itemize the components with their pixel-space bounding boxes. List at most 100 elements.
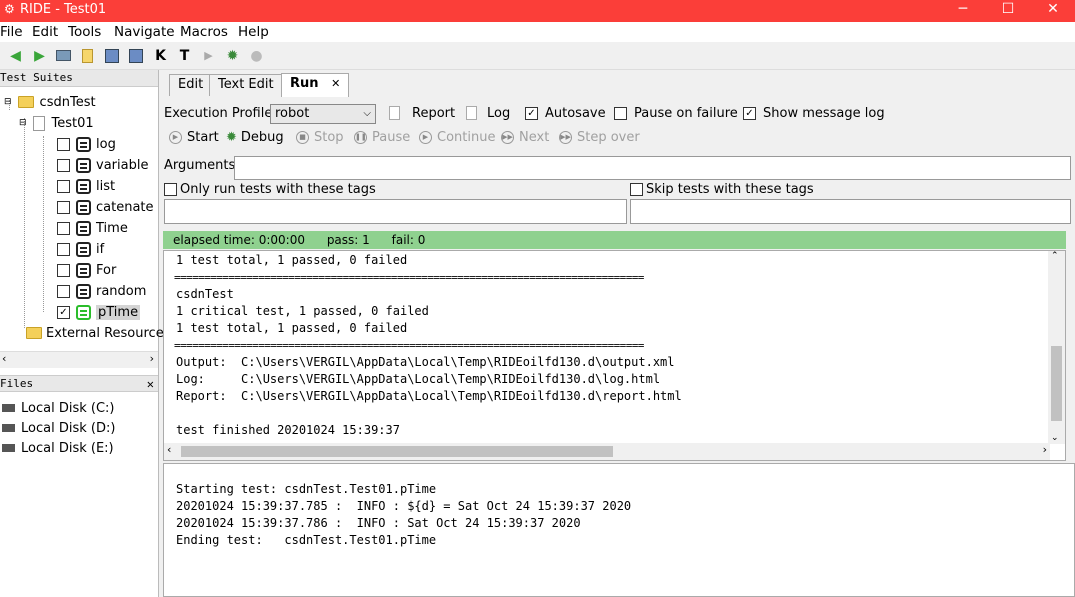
close-tab-icon[interactable]: ✕	[331, 77, 340, 90]
include-tags-input[interactable]	[164, 199, 627, 224]
elapsed-time: elapsed time: 0:00:00	[173, 233, 305, 247]
log-button[interactable]: Log	[487, 106, 510, 121]
search-tests-icon[interactable]: T	[175, 46, 194, 65]
scroll-right-icon[interactable]: ›	[1043, 443, 1047, 456]
menu-help[interactable]: Help	[238, 24, 269, 40]
disk-icon	[2, 424, 15, 432]
scroll-right-icon[interactable]: ›	[150, 352, 154, 365]
step-over-label: Step over	[577, 130, 640, 145]
test-item[interactable]: catenate	[57, 197, 154, 217]
open-folder-icon[interactable]	[54, 46, 73, 65]
menu-macros[interactable]: Macros	[180, 24, 228, 40]
test-item[interactable]: list	[57, 176, 115, 196]
test-case-icon	[76, 304, 91, 320]
start-button[interactable]: ▶ Start	[169, 130, 219, 145]
test-name: if	[96, 241, 105, 257]
output-horizontal-scrollbar[interactable]: ‹ ›	[164, 443, 1050, 460]
window-title: RIDE - Test01	[20, 2, 107, 17]
output-console[interactable]: 1 test total, 1 passed, 0 failed =======…	[163, 250, 1066, 461]
drive-c[interactable]: Local Disk (C:)	[2, 398, 114, 418]
tab-text-edit[interactable]: Text Edit	[209, 74, 283, 96]
scroll-thumb[interactable]	[181, 446, 613, 457]
skip-tags-checkbox[interactable]	[630, 183, 643, 196]
test-checkbox[interactable]	[57, 200, 70, 214]
pause-button[interactable]: ❚❚ Pause	[354, 130, 410, 145]
test-checkbox[interactable]	[57, 263, 70, 277]
report-button[interactable]: Report	[412, 106, 455, 121]
collapse-icon[interactable]: ⊟	[19, 118, 27, 128]
tab-run[interactable]: Run ✕	[281, 73, 350, 97]
test-name: pTime	[96, 304, 141, 320]
collapse-icon[interactable]: ⊟	[4, 97, 12, 107]
tab-edit[interactable]: Edit	[169, 74, 213, 96]
output-vertical-scrollbar[interactable]: ⌃ ⌄	[1048, 251, 1065, 444]
test-checkbox[interactable]	[57, 221, 70, 235]
close-button[interactable]: ✕	[1030, 0, 1075, 22]
only-run-tags-checkbox[interactable]	[164, 183, 177, 196]
back-arrow-icon[interactable]: ◀	[6, 46, 25, 65]
menu-edit[interactable]: Edit	[32, 24, 58, 40]
stop-icon[interactable]: ●	[247, 46, 266, 65]
tree-horizontal-scrollbar[interactable]: ‹ ›	[0, 351, 158, 368]
test-checkbox[interactable]	[57, 242, 70, 256]
autosave-checkbox[interactable]: ✓	[525, 107, 538, 120]
tree-root-csdnTest[interactable]: ⊟ csdnTest	[4, 92, 96, 112]
test-name: catenate	[96, 199, 154, 215]
menu-navigate[interactable]: Navigate	[114, 24, 175, 40]
scroll-down-icon[interactable]: ⌄	[1051, 433, 1059, 443]
test-item[interactable]: For	[57, 260, 116, 280]
arguments-input[interactable]	[234, 156, 1071, 180]
menu-file[interactable]: File	[0, 24, 23, 40]
debug-icon[interactable]: ✹	[223, 46, 242, 65]
test-item[interactable]: Time	[57, 218, 128, 238]
drive-d[interactable]: Local Disk (D:)	[2, 418, 115, 438]
scroll-left-icon[interactable]: ‹	[2, 352, 6, 365]
drive-e[interactable]: Local Disk (E:)	[2, 438, 114, 458]
test-checkbox[interactable]	[57, 137, 70, 151]
continue-button[interactable]: ▶ Continue	[419, 130, 495, 145]
save-icon[interactable]	[102, 46, 121, 65]
step-over-button[interactable]: ▶▶ Step over	[559, 130, 640, 145]
test-item[interactable]: if	[57, 239, 104, 259]
next-button[interactable]: ▶▶ Next	[501, 130, 549, 145]
scroll-up-icon[interactable]: ⌃	[1051, 251, 1059, 261]
execution-profile-select[interactable]: robot ⌵	[270, 104, 376, 124]
test-name: Time	[96, 220, 128, 236]
search-keywords-icon[interactable]: K	[151, 46, 170, 65]
run-icon[interactable]: ▶	[199, 46, 218, 65]
test-name: list	[96, 178, 116, 194]
test-item[interactable]: random	[57, 281, 146, 301]
test-item[interactable]: log	[57, 134, 116, 154]
menu-tools[interactable]: Tools	[68, 24, 101, 40]
only-run-tags-label: Only run tests with these tags	[180, 182, 376, 197]
exclude-tags-input[interactable]	[630, 199, 1071, 224]
new-file-icon[interactable]	[78, 46, 97, 65]
forward-arrow-icon[interactable]: ▶	[30, 46, 49, 65]
execution-profile-label: Execution Profile:	[164, 106, 277, 121]
run-panel: Edit Text Edit Run ✕ Execution Profile: …	[163, 70, 1075, 597]
pause-on-failure-checkbox[interactable]	[614, 107, 627, 120]
test-name: For	[96, 262, 117, 278]
scroll-left-icon[interactable]: ‹	[167, 443, 171, 456]
minimize-button[interactable]: ─	[940, 0, 986, 22]
stop-button[interactable]: ■ Stop	[296, 130, 344, 145]
show-message-log-checkbox[interactable]: ✓	[743, 107, 756, 120]
message-log[interactable]: Starting test: csdnTest.Test01.pTime 202…	[163, 463, 1075, 597]
test-item[interactable]: variable	[57, 155, 148, 175]
test-case-icon	[76, 136, 91, 152]
external-resources-label: External Resources	[46, 325, 171, 341]
save-all-icon[interactable]	[126, 46, 145, 65]
test-suites-header: Test Suites	[0, 70, 158, 87]
test-item-selected[interactable]: ✓ pTime	[57, 302, 141, 322]
scroll-thumb[interactable]	[1051, 346, 1062, 421]
close-icon[interactable]: ✕	[147, 376, 154, 392]
test-checkbox[interactable]	[57, 284, 70, 298]
message-line: Ending test: csdnTest.Test01.pTime	[176, 533, 437, 547]
maximize-button[interactable]: ☐	[985, 0, 1031, 22]
external-resources[interactable]: External Resources	[26, 323, 170, 343]
test-checkbox-checked[interactable]: ✓	[57, 305, 70, 319]
tree-suite-test01[interactable]: ⊟ Test01	[19, 113, 94, 133]
test-checkbox[interactable]	[57, 179, 70, 193]
debug-button[interactable]: ✹ Debug	[226, 130, 284, 145]
test-checkbox[interactable]	[57, 158, 70, 172]
